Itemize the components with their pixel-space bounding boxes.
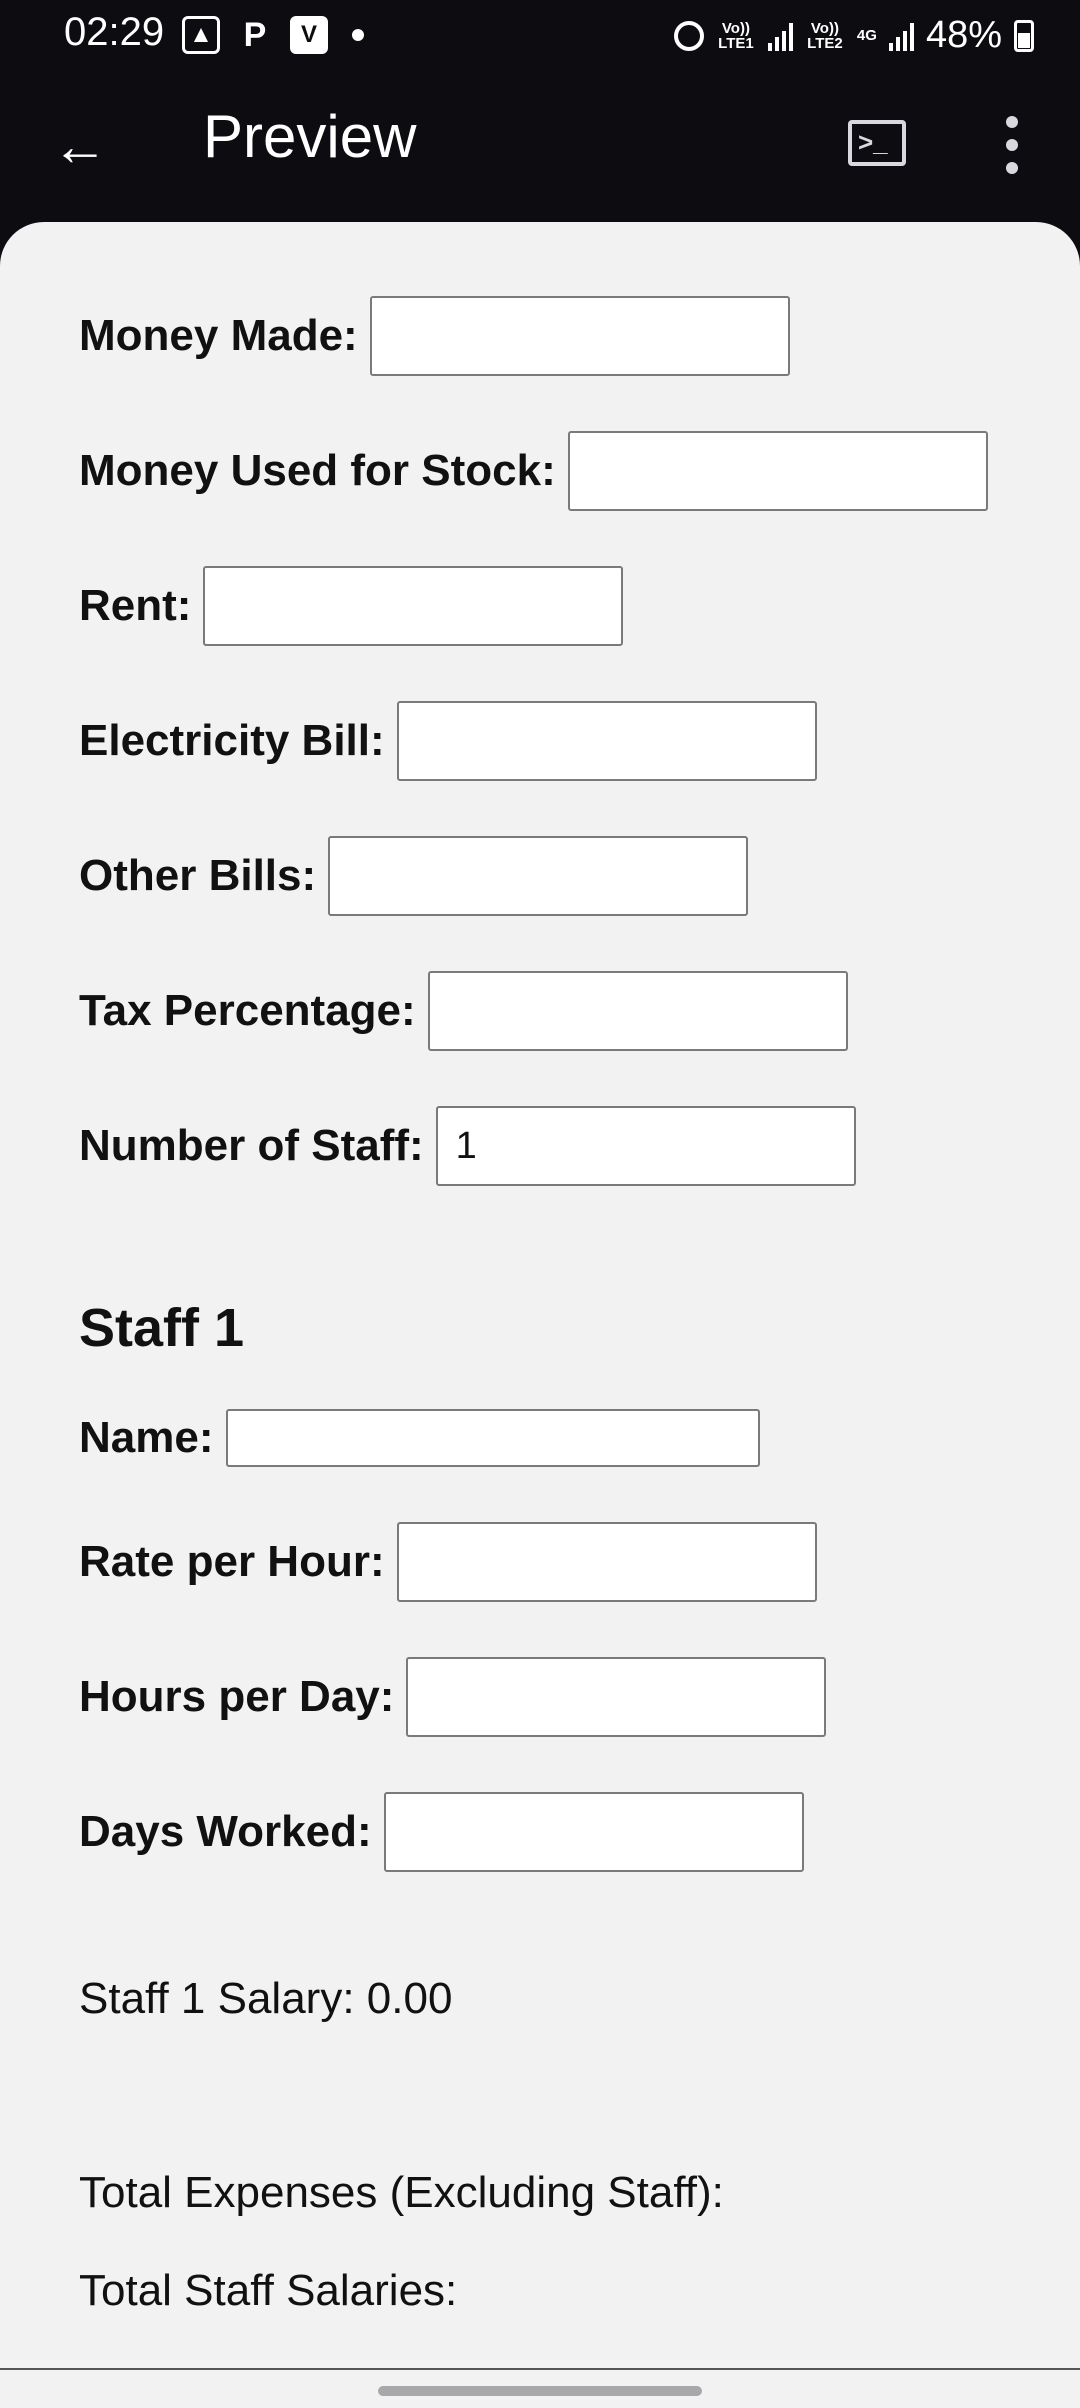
status-time: 02:29 bbox=[64, 10, 165, 54]
back-arrow-icon[interactable]: ← bbox=[50, 116, 110, 176]
field-label: Other Bills: bbox=[79, 851, 317, 900]
rate-per-hour-row: Rate per Hour: bbox=[79, 1522, 817, 1602]
signal-icon bbox=[767, 21, 793, 51]
other-bills-row: Other Bills: bbox=[79, 836, 749, 916]
money-made-row: Money Made: bbox=[79, 296, 790, 376]
battery-icon bbox=[1014, 19, 1034, 52]
days-worked-row: Days Worked: bbox=[79, 1792, 804, 1872]
total-staff-salaries-label: Total Staff Salaries: bbox=[79, 2266, 458, 2315]
money-used-for-stock-row: Money Used for Stock: bbox=[79, 431, 988, 511]
status-left-icons: ▲ P V bbox=[182, 16, 364, 54]
field-label: Money Used for Stock: bbox=[79, 446, 556, 495]
sim2-label: Vo)) LTE2 bbox=[807, 19, 843, 52]
money-made-input[interactable] bbox=[369, 296, 790, 376]
sim1-label: Vo)) LTE1 bbox=[718, 19, 754, 52]
console-icon[interactable]: >_ bbox=[848, 120, 906, 166]
rent-row: Rent: bbox=[79, 566, 624, 646]
field-label: Money Made: bbox=[79, 311, 358, 360]
page-title: Preview bbox=[203, 103, 417, 170]
field-label: Electricity Bill: bbox=[79, 716, 385, 765]
tax-percentage-input[interactable] bbox=[427, 971, 848, 1051]
electricity-bill-input[interactable] bbox=[396, 701, 817, 781]
staff-name-input[interactable] bbox=[225, 1409, 760, 1467]
staff-section-title: Staff 1 bbox=[79, 1298, 245, 1358]
v-icon: V bbox=[290, 16, 328, 54]
home-indicator[interactable] bbox=[378, 2386, 702, 2396]
field-label: Rate per Hour: bbox=[79, 1537, 385, 1586]
total-expenses-label: Total Expenses (Excluding Staff): bbox=[79, 2168, 724, 2217]
money-used-for-stock-input[interactable] bbox=[567, 431, 988, 511]
gallery-icon: ▲ bbox=[182, 16, 220, 54]
p-icon: P bbox=[243, 15, 267, 54]
hours-per-day-input[interactable] bbox=[406, 1657, 827, 1737]
other-bills-input[interactable] bbox=[328, 836, 749, 916]
staff-name-row: Name: bbox=[79, 1409, 760, 1467]
notification-dot-icon bbox=[352, 29, 364, 41]
field-label: Hours per Day: bbox=[79, 1672, 395, 1721]
field-label: Number of Staff: bbox=[79, 1121, 424, 1170]
status-bar: 02:29 ▲ P V Vo)) LTE1 Vo)) LTE2 4G 48% bbox=[0, 0, 1080, 72]
battery-percent: 48% bbox=[925, 14, 1002, 56]
field-label: Name: bbox=[79, 1413, 214, 1462]
network-type: 4G bbox=[856, 27, 877, 44]
alarm-icon bbox=[673, 20, 704, 51]
hours-per-day-row: Hours per Day: bbox=[79, 1657, 827, 1737]
electricity-bill-row: Electricity Bill: bbox=[79, 701, 817, 781]
status-right: Vo)) LTE1 Vo)) LTE2 4G 48% bbox=[673, 14, 1034, 57]
field-label: Days Worked: bbox=[79, 1807, 372, 1856]
bottom-divider bbox=[0, 2368, 1080, 2370]
days-worked-input[interactable] bbox=[383, 1792, 804, 1872]
staff-salary-text: Staff 1 Salary: 0.00 bbox=[79, 1974, 453, 2023]
partial-heading: Expenses bbox=[78, 222, 302, 223]
number-of-staff-row: Number of Staff: bbox=[79, 1106, 856, 1186]
field-label: Rent: bbox=[79, 581, 192, 630]
rate-per-hour-input[interactable] bbox=[396, 1522, 817, 1602]
more-options-icon[interactable] bbox=[1000, 116, 1024, 174]
field-label: Tax Percentage: bbox=[79, 986, 416, 1035]
rent-input[interactable] bbox=[203, 566, 624, 646]
content-card: Expenses Money Made: Money Used for Stoc… bbox=[0, 222, 1080, 2408]
tax-percentage-row: Tax Percentage: bbox=[79, 971, 848, 1051]
number-of-staff-input[interactable] bbox=[435, 1106, 856, 1186]
signal-icon bbox=[888, 21, 914, 51]
app-bar: ← Preview >_ bbox=[0, 72, 1080, 222]
